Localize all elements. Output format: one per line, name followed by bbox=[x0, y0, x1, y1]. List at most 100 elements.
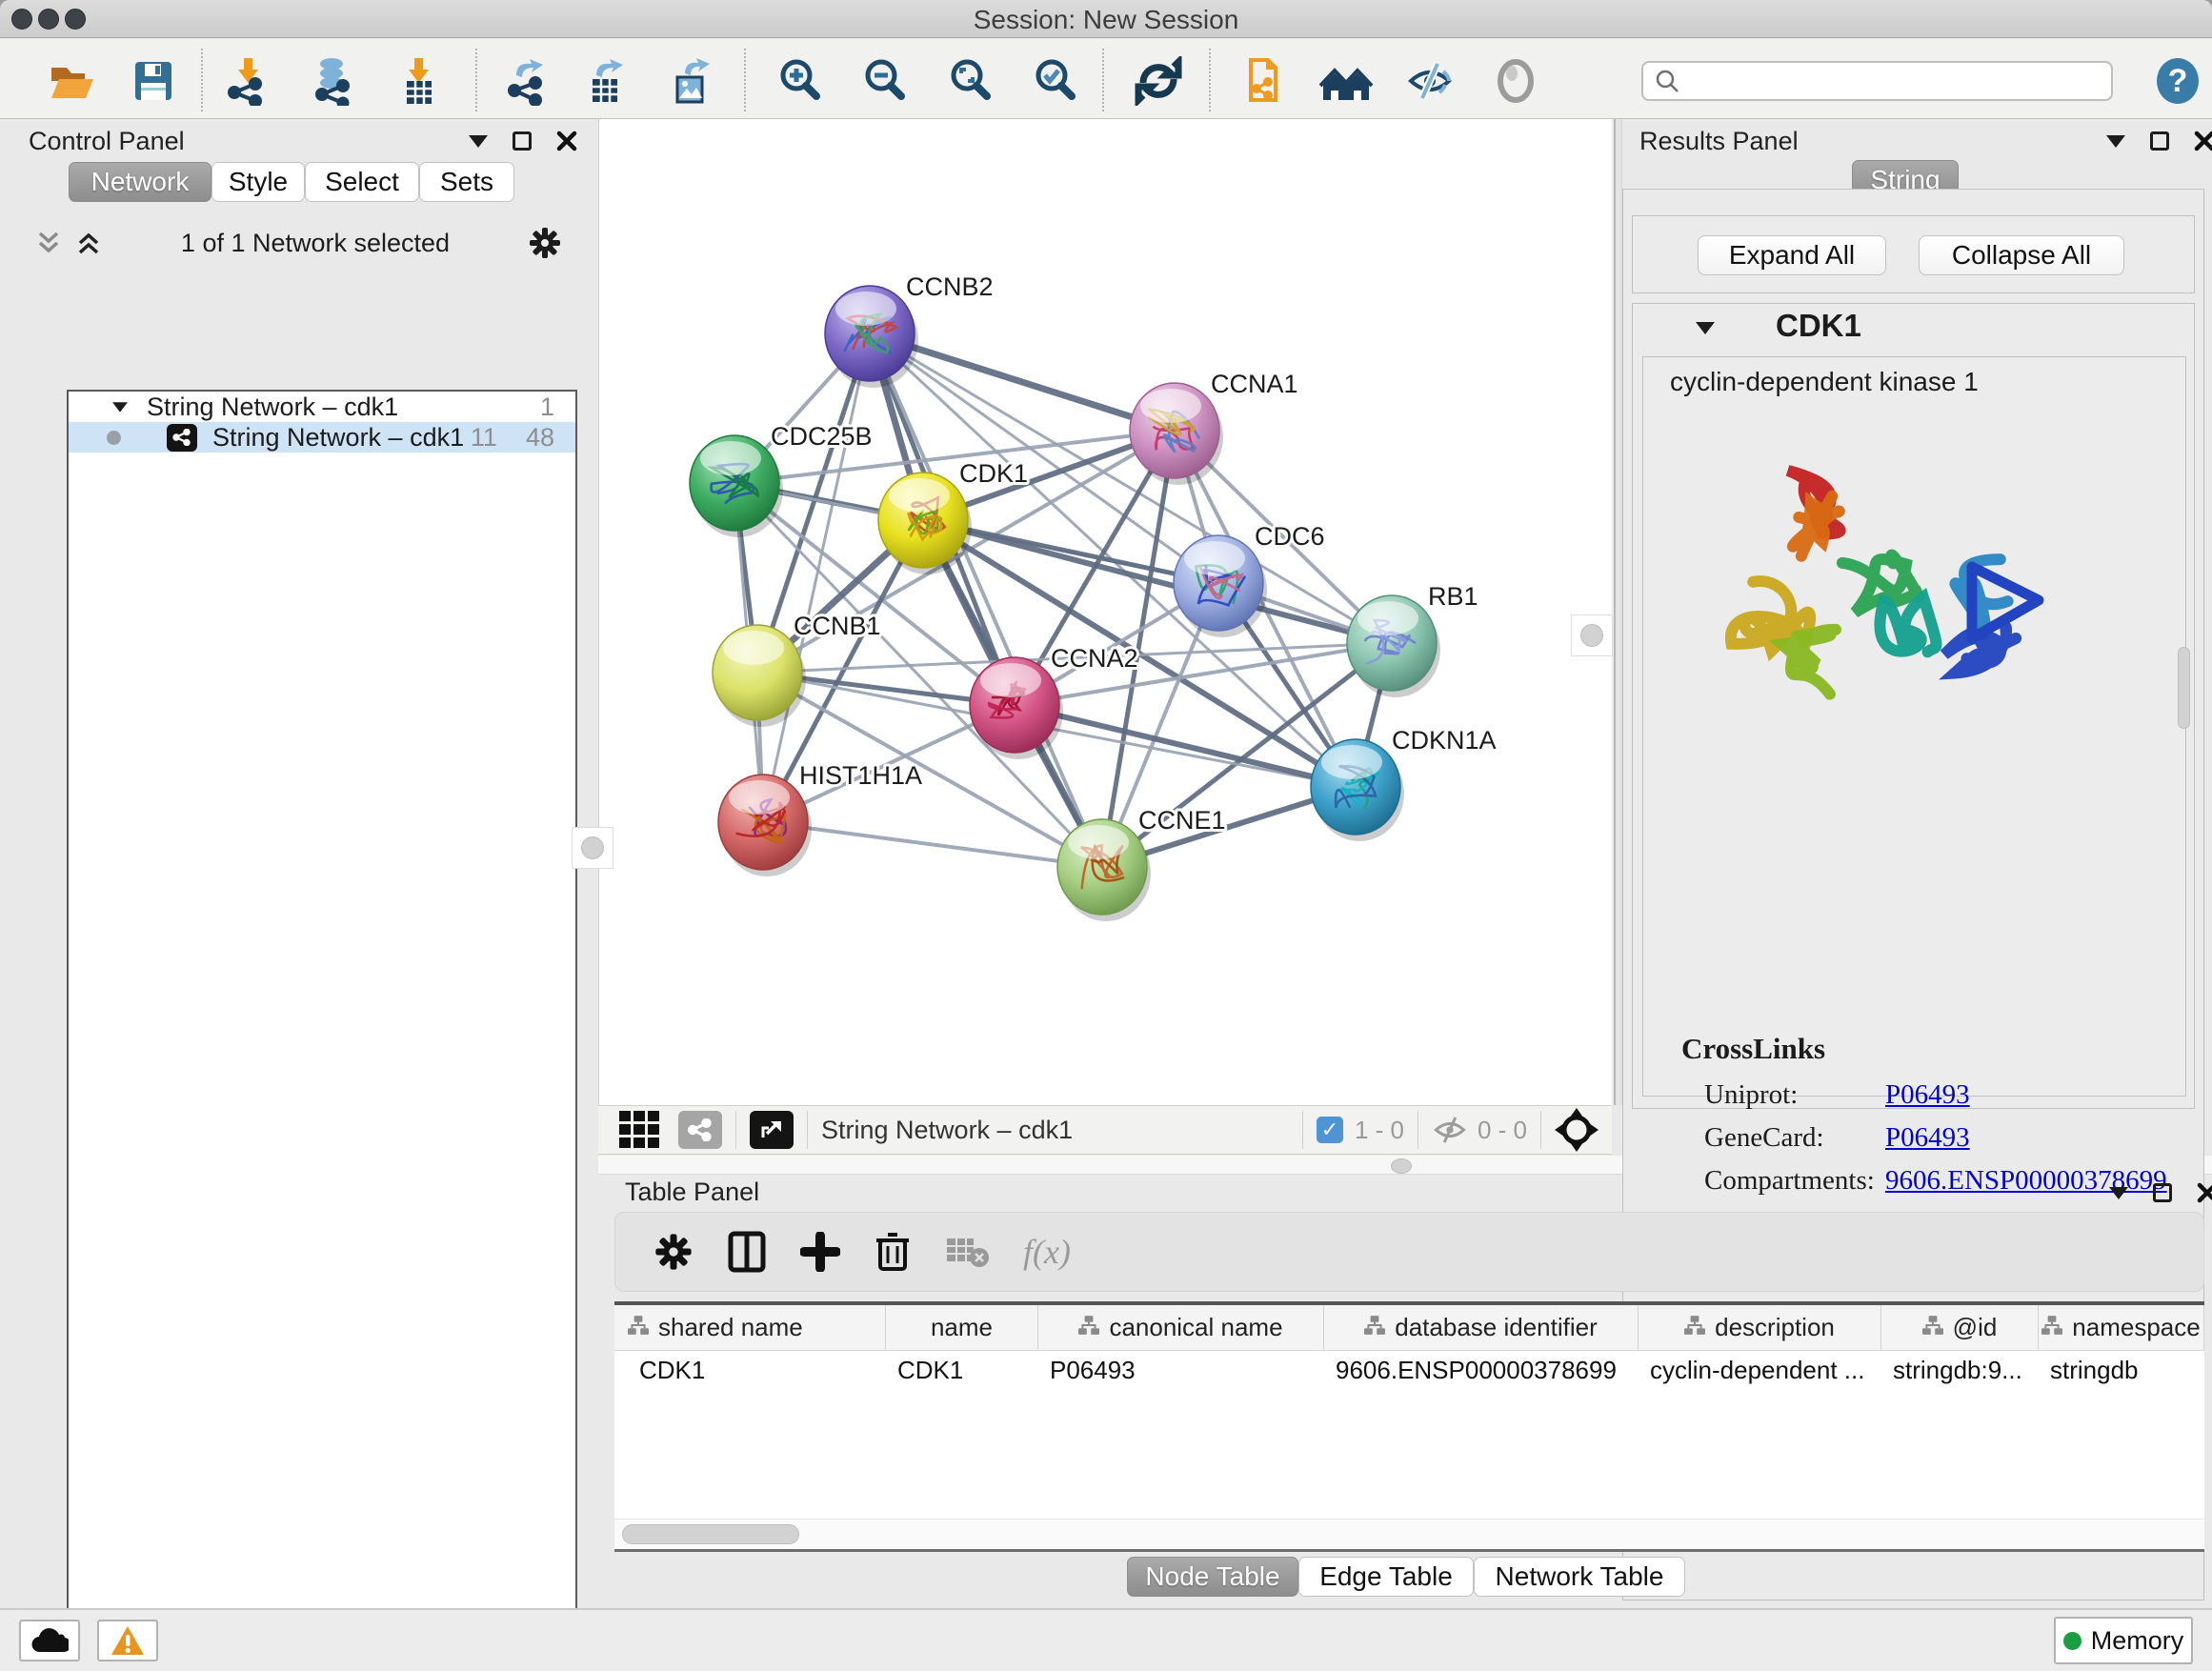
tab-select[interactable]: Select bbox=[305, 162, 419, 202]
panel-menu-icon[interactable] bbox=[2106, 135, 2125, 148]
table-options-gear-icon[interactable] bbox=[654, 1232, 694, 1272]
pan-crosshair-icon[interactable] bbox=[1555, 1108, 1599, 1152]
import-network-icon bbox=[223, 56, 272, 106]
table-row[interactable]: CDK1CDK1P064939606.ENSP00000378699cyclin… bbox=[614, 1351, 2204, 1389]
hide-glass-button[interactable] bbox=[1403, 54, 1457, 108]
crosslink-value-link[interactable]: P06493 bbox=[1885, 1079, 1970, 1111]
column-header-shared-name[interactable]: shared name bbox=[614, 1305, 886, 1350]
column-header-namespace[interactable]: namespace bbox=[2039, 1305, 2204, 1350]
import-string-network-button[interactable] bbox=[1236, 54, 1289, 108]
tree-expander-icon[interactable] bbox=[112, 402, 128, 412]
node-RB1[interactable]: RB1 bbox=[1347, 582, 1478, 697]
expand-all-chevron-icon[interactable] bbox=[74, 231, 103, 255]
export-image-button[interactable] bbox=[664, 54, 717, 108]
save-session-button[interactable] bbox=[126, 54, 179, 108]
tab-network-table[interactable]: Network Table bbox=[1474, 1557, 1685, 1597]
apply-layout-button[interactable] bbox=[1132, 54, 1185, 108]
collapse-all-button[interactable]: Collapse All bbox=[1919, 235, 2124, 275]
footer-separator bbox=[807, 1111, 808, 1149]
shared-column-icon bbox=[628, 1313, 649, 1342]
node-CDK1[interactable]: CDK1 bbox=[878, 459, 1028, 574]
network-canvas[interactable]: CCNB2CCNA1CDC25BCDK1CDC6RB1CCNB1CCNA2CDK… bbox=[598, 119, 1612, 1105]
network-share-icon[interactable] bbox=[678, 1111, 722, 1149]
add-column-icon[interactable] bbox=[800, 1232, 840, 1272]
panel-menu-icon[interactable] bbox=[2109, 1187, 2128, 1199]
import-network-file-button[interactable] bbox=[221, 54, 274, 108]
open-in-new-window-icon[interactable] bbox=[750, 1111, 794, 1149]
show-columns-icon[interactable] bbox=[728, 1231, 766, 1273]
left-splitter-handle[interactable] bbox=[572, 827, 613, 869]
network-row-selected[interactable]: String Network – cdk1 11 48 bbox=[69, 422, 575, 453]
vertical-splitter[interactable] bbox=[1614, 119, 1622, 1105]
panel-float-icon[interactable] bbox=[2150, 131, 2169, 151]
string-home-button[interactable] bbox=[1319, 54, 1373, 108]
collapse-all-chevron-icon[interactable] bbox=[34, 231, 63, 255]
node-label-CDKN1A: CDKN1A bbox=[1392, 726, 1497, 755]
table-horizontal-scrollbar[interactable] bbox=[614, 1519, 2204, 1549]
panel-close-icon[interactable] bbox=[556, 131, 577, 151]
node-CDKN1A[interactable]: CDKN1A bbox=[1311, 726, 1497, 841]
table-bottom-border bbox=[614, 1549, 2204, 1552]
zoom-selected-button[interactable] bbox=[1029, 54, 1082, 108]
zoom-out-button[interactable] bbox=[858, 54, 912, 108]
panel-float-icon[interactable] bbox=[2153, 1183, 2172, 1202]
results-button-bar: Expand All Collapse All bbox=[1632, 215, 2195, 293]
show-glass-button[interactable] bbox=[1489, 54, 1542, 108]
open-session-button[interactable] bbox=[44, 54, 97, 108]
column-header-canonical-name[interactable]: canonical name bbox=[1038, 1305, 1324, 1350]
zoom-in-button[interactable] bbox=[774, 54, 827, 108]
export-table-button[interactable] bbox=[579, 54, 633, 108]
network-options-gear-icon[interactable] bbox=[528, 226, 562, 260]
help-icon: ? bbox=[2153, 56, 2202, 106]
selected-checkbox-icon[interactable]: ✓ bbox=[1317, 1117, 1343, 1143]
search-input[interactable] bbox=[1679, 67, 2100, 95]
tab-style[interactable]: Style bbox=[211, 162, 305, 202]
tab-network[interactable]: Network bbox=[69, 162, 211, 202]
column-header-description[interactable]: description bbox=[1639, 1305, 1881, 1350]
main-toolbar: ? bbox=[0, 39, 2212, 119]
warning-status-button[interactable] bbox=[97, 1620, 158, 1661]
export-network-button[interactable] bbox=[501, 54, 554, 108]
edge-CCNA2-CDKN1A[interactable] bbox=[1015, 705, 1356, 787]
column-header-name[interactable]: name bbox=[886, 1305, 1038, 1350]
export-table-icon bbox=[581, 56, 631, 106]
expand-all-button[interactable]: Expand All bbox=[1698, 235, 1886, 275]
entry-expander-icon[interactable] bbox=[1696, 322, 1715, 334]
import-table-file-button[interactable] bbox=[392, 54, 445, 108]
tab-node-table[interactable]: Node Table bbox=[1127, 1557, 1298, 1597]
node-count: 11 bbox=[471, 423, 497, 453]
horizontal-splitter-handle[interactable] bbox=[1391, 1158, 1412, 1174]
hidden-node-edge-counts: 0 - 0 bbox=[1478, 1116, 1527, 1145]
results-scrollbar-thumb[interactable] bbox=[2178, 647, 2190, 729]
import-network-database-button[interactable] bbox=[307, 54, 360, 108]
node-CCNA2[interactable]: CCNA2 bbox=[970, 644, 1138, 759]
column-header-database-identifier[interactable]: database identifier bbox=[1324, 1305, 1639, 1350]
right-splitter-handle[interactable] bbox=[1571, 614, 1613, 656]
memory-button[interactable]: Memory bbox=[2054, 1617, 2193, 1664]
tab-edge-table[interactable]: Edge Table bbox=[1298, 1557, 1474, 1597]
delete-column-icon[interactable] bbox=[875, 1231, 911, 1273]
network-collection-row[interactable]: String Network – cdk1 1 bbox=[69, 392, 575, 422]
cloud-status-button[interactable] bbox=[19, 1620, 80, 1661]
tab-sets[interactable]: Sets bbox=[419, 162, 514, 202]
control-panel-title: Control Panel bbox=[29, 127, 185, 156]
crosslink-value-link[interactable]: P06493 bbox=[1885, 1122, 1970, 1154]
scrollbar-thumb[interactable] bbox=[622, 1524, 799, 1544]
birds-eye-view-icon[interactable] bbox=[619, 1111, 661, 1149]
table-cell: 9606.ENSP00000378699 bbox=[1324, 1351, 1639, 1389]
network-tree: String Network – cdk1 1 String Network –… bbox=[67, 390, 577, 1671]
zoom-fit-icon bbox=[946, 56, 995, 106]
panel-float-icon[interactable] bbox=[513, 131, 532, 151]
panel-close-icon[interactable] bbox=[2197, 1182, 2212, 1203]
status-bar: Memory bbox=[0, 1608, 2212, 1671]
panel-close-icon[interactable] bbox=[2194, 131, 2212, 151]
refresh-icon bbox=[1134, 56, 1183, 106]
zoom-fit-button[interactable] bbox=[944, 54, 997, 108]
panel-menu-icon[interactable] bbox=[469, 135, 488, 148]
column-header-id[interactable]: @id bbox=[1881, 1305, 2039, 1350]
node-HIST1H1A[interactable]: HIST1H1A bbox=[718, 761, 922, 876]
node-CCNE1[interactable]: CCNE1 bbox=[1057, 806, 1226, 921]
protein-structure-image[interactable] bbox=[1686, 414, 2077, 791]
edge-HIST1H1A-CCNE1[interactable] bbox=[763, 822, 1102, 867]
help-button[interactable]: ? bbox=[2151, 54, 2204, 108]
